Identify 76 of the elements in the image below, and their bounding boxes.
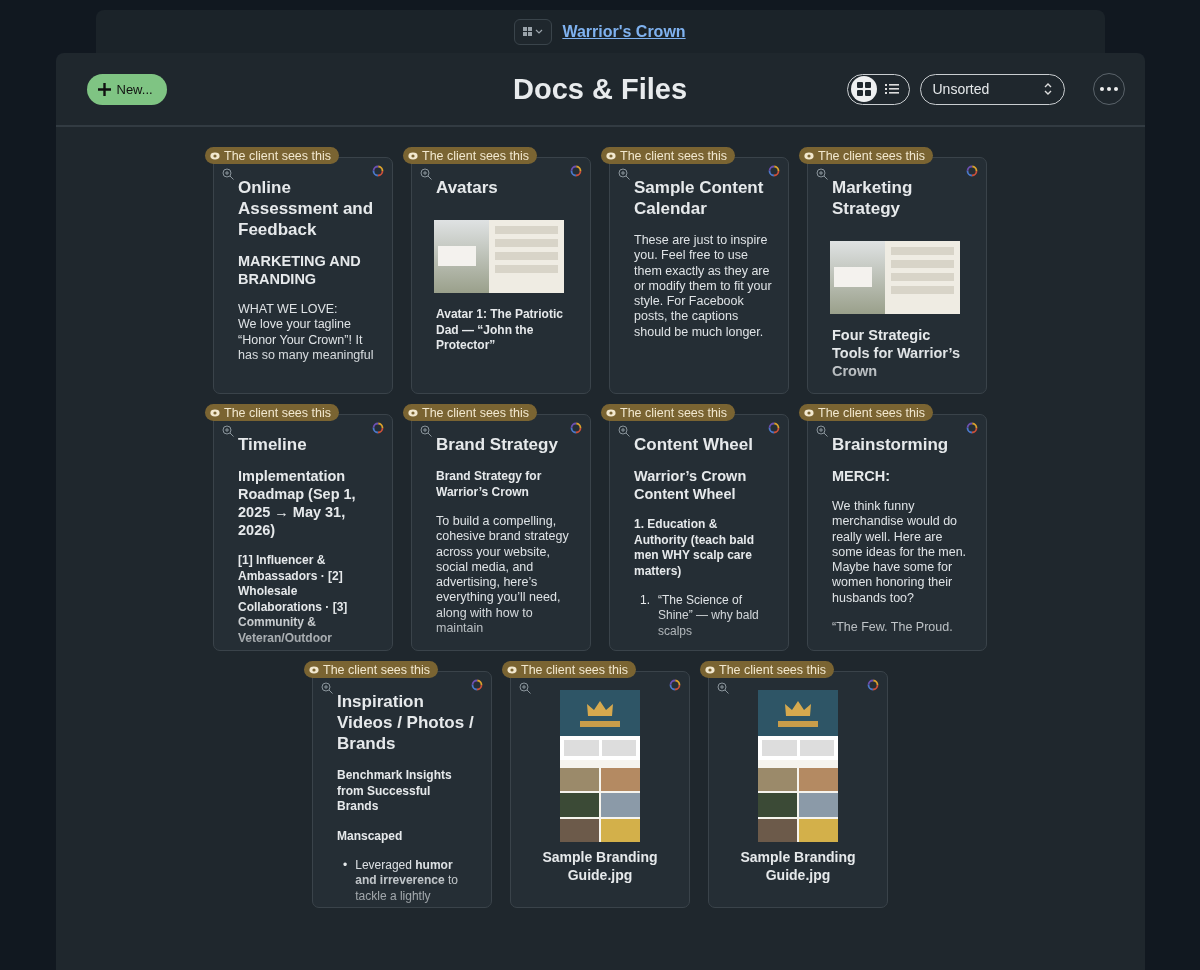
card-title: Online Assessment and Feedback (238, 177, 375, 240)
zoom-in-icon[interactable] (519, 682, 531, 694)
updown-icon (1043, 82, 1052, 96)
card-title: Avatars (436, 177, 499, 198)
zoom-in-icon[interactable] (816, 168, 828, 180)
color-ring-icon (867, 679, 879, 691)
new-button[interactable]: New... (86, 73, 167, 105)
bold-text: Avatar 1: The Patriotic Dad — “John the Protector” (436, 307, 564, 354)
grid-menu-icon (523, 26, 544, 37)
card-title: Sample Content Calendar (634, 177, 765, 219)
paragraph-text: These are just to inspire you. Feel free to use them exactly as they are or modify them to fit your style. For Facebook posts, the captions should be much longer. (634, 233, 772, 341)
bold-text: [1] Influencer & Ambassadors · [2] Wholesale Collaborations · [3] Community & Veteran/Outdoor (238, 553, 349, 646)
color-ring-icon (372, 165, 384, 177)
color-ring-icon (966, 422, 978, 434)
eye-icon (606, 151, 616, 160)
badge-label: The client sees this (422, 405, 529, 420)
grid-icon (856, 82, 871, 96)
list-marker: 1. (640, 593, 650, 609)
color-ring-icon (966, 165, 978, 177)
eye-icon (507, 665, 517, 674)
card-title: Marketing Strategy (832, 177, 914, 219)
color-ring-icon (471, 679, 483, 691)
section-heading: Warrior’s Crown Content Wheel (634, 467, 748, 503)
card-title: Timeline (238, 434, 308, 455)
list-item-text: Leveraged humor and irreverence to tackle a lightly (355, 858, 459, 904)
section-heading: MERCH: (832, 467, 891, 485)
zoom-in-icon[interactable] (321, 682, 333, 694)
plus-icon (97, 82, 111, 96)
color-ring-icon (372, 422, 384, 434)
file-name: Sample Branding Guide.jpg (739, 848, 857, 884)
bold-text: 1. Education & Authority (teach bald men WHY scalp care matters) (634, 517, 755, 579)
eye-icon (210, 408, 220, 417)
paragraph-text: To build a compelling, cohesive brand strategy across your website, social media, and advertising, here’s everything you’ll need, along with how to maintain (436, 514, 570, 637)
card-title: Content Wheel (634, 434, 754, 455)
page-title: Docs & Files (511, 72, 689, 106)
color-ring-icon (570, 165, 582, 177)
file-name: Sample Branding Guide.jpg (541, 848, 659, 884)
card-title: Brand Strategy (436, 434, 559, 455)
eye-icon (606, 408, 616, 417)
switcher-button[interactable] (514, 18, 553, 45)
eye-icon (705, 665, 715, 674)
paragraph-text: “The Few. The Proud. (832, 620, 954, 636)
color-ring-icon (570, 422, 582, 434)
card-title: Brainstorming (832, 434, 950, 455)
eye-icon (408, 151, 418, 160)
grid-view-button[interactable] (850, 76, 877, 102)
project-link[interactable]: Warrior's Crown (562, 22, 686, 41)
bold-text: Brand Strategy for Warrior’s Crown (436, 469, 543, 500)
eye-icon (210, 151, 220, 160)
zoom-in-icon[interactable] (420, 168, 432, 180)
eye-icon (408, 408, 418, 417)
eye-icon (804, 151, 814, 160)
section-heading: Four Strategic Tools for Warrior’s Crown (832, 326, 962, 380)
paragraph-text: We think funny merchandise would do really well. Here are some ideas for the men. Maybe have some for women honoring their husbands too? (832, 499, 968, 607)
zoom-in-icon[interactable] (222, 425, 234, 437)
color-ring-icon (768, 165, 780, 177)
eye-icon (804, 408, 814, 417)
zoom-in-icon[interactable] (816, 425, 828, 437)
eye-icon (309, 665, 319, 674)
zoom-in-icon[interactable] (618, 168, 630, 180)
color-ring-icon (768, 422, 780, 434)
zoom-in-icon[interactable] (717, 682, 729, 694)
list-marker: • (343, 858, 348, 874)
bold-text: Benchmark Insights from Successful Brands (337, 768, 453, 815)
section-heading: Implementation Roadmap (Sep 1, 2025 → May 31, 2026) (238, 467, 357, 539)
color-ring-icon (669, 679, 681, 691)
zoom-in-icon[interactable] (222, 168, 234, 180)
bold-text: Manscaped (337, 828, 404, 844)
list-item-text: “The Science of Shine” — why bald scalps (658, 593, 760, 639)
zoom-in-icon[interactable] (618, 425, 630, 437)
zoom-in-icon[interactable] (420, 425, 432, 437)
list-icon (884, 83, 899, 95)
card-title: Inspiration Videos / Photos / Brands (337, 691, 475, 754)
more-icon (1099, 87, 1118, 91)
section-heading: MARKETING AND BRANDING (238, 252, 362, 288)
paragraph-text: WHAT WE LOVE: We love your tagline “Honor Your Crown”! It has so many meaningful (238, 302, 375, 364)
